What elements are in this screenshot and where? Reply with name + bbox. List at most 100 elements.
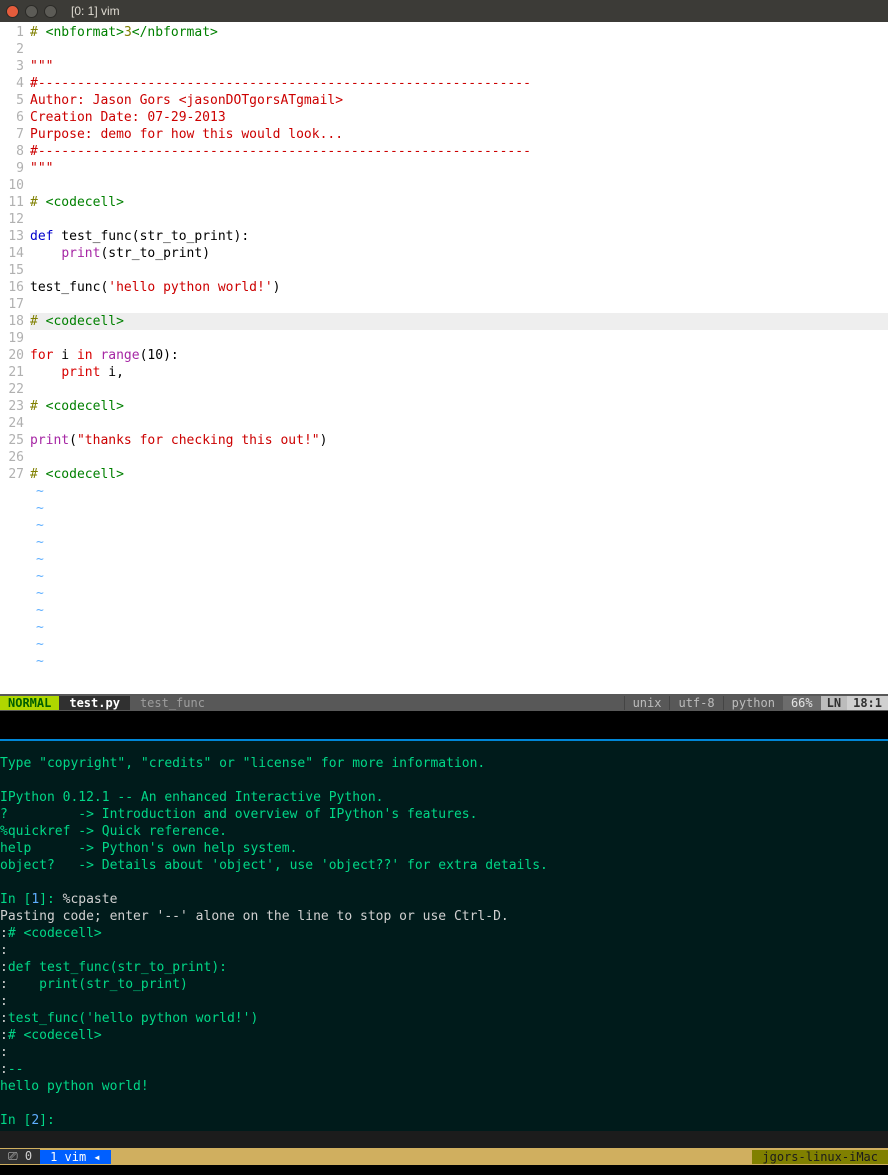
terminal-line: object? -> Details about 'object', use '… [0,857,888,874]
terminal-line: : [0,942,888,959]
filename-indicator: test.py [59,696,130,710]
line-number: 19 [0,330,24,347]
line-number: 8 [0,143,24,160]
terminal-line: Pasting code; enter '--' alone on the li… [0,908,888,925]
ipython-terminal-pane[interactable]: Type "copyright", "credits" or "license"… [0,741,888,1131]
code-line[interactable] [30,41,888,58]
line-number: 10 [0,177,24,194]
line-number: 2 [0,41,24,58]
line-number: 15 [0,262,24,279]
empty-line-tilde: ~ [30,500,888,517]
terminal-line: :# <codecell> [0,1027,888,1044]
terminal-line: :test_func('hello python world!') [0,1010,888,1027]
line-number: 9 [0,160,24,177]
code-line[interactable]: for i in range(10): [30,347,888,364]
code-line[interactable]: Purpose: demo for how this would look... [30,126,888,143]
empty-line-tilde: ~ [30,568,888,585]
line-number: 13 [0,228,24,245]
pane-gap [0,711,888,739]
empty-line-tilde: ~ [30,636,888,653]
empty-line-tilde: ~ [30,602,888,619]
tmux-statusbar: ⎚ 0 1 vim ◂ jgors-linux-iMac [0,1148,888,1165]
tmux-session-indicator: ⎚ 0 [0,1149,40,1164]
maximize-icon[interactable] [44,5,57,18]
code-area[interactable]: # <nbformat>3</nbformat>"""#------------… [30,22,888,694]
line-number: 22 [0,381,24,398]
code-line[interactable] [30,177,888,194]
terminal-line: :-- [0,1061,888,1078]
close-icon[interactable] [6,5,19,18]
empty-line-tilde: ~ [30,653,888,670]
cursor-position: 18:1 [847,696,888,710]
line-number: 6 [0,109,24,126]
empty-line-tilde: ~ [30,619,888,636]
tmux-hostname: jgors-linux-iMac [752,1150,888,1164]
tmux-window-tab[interactable]: 1 vim ◂ [40,1150,111,1164]
line-number: 17 [0,296,24,313]
line-number: 3 [0,58,24,75]
code-line[interactable]: test_func('hello python world!') [30,279,888,296]
code-line[interactable]: # <nbformat>3</nbformat> [30,24,888,41]
percent-indicator: 66% [783,696,821,710]
empty-line-tilde: ~ [30,551,888,568]
vim-editor-pane[interactable]: 1234567891011121314151617181920212223242… [0,22,888,694]
line-number: 18 [0,313,24,330]
code-line[interactable]: # <codecell> [30,194,888,211]
line-number: 16 [0,279,24,296]
code-line[interactable]: print i, [30,364,888,381]
terminal-line [0,874,888,891]
terminal-line: : [0,1044,888,1061]
line-number: 14 [0,245,24,262]
code-line[interactable]: """ [30,58,888,75]
code-line[interactable]: #---------------------------------------… [30,75,888,92]
code-line[interactable] [30,296,888,313]
line-number: 23 [0,398,24,415]
code-line[interactable]: Creation Date: 07-29-2013 [30,109,888,126]
terminal-line: help -> Python's own help system. [0,840,888,857]
code-line[interactable]: #---------------------------------------… [30,143,888,160]
code-line[interactable]: def test_func(str_to_print): [30,228,888,245]
line-number: 5 [0,92,24,109]
code-line[interactable]: # <codecell> [30,466,888,483]
empty-line-tilde: ~ [30,517,888,534]
code-line[interactable]: print("thanks for checking this out!") [30,432,888,449]
line-label: LN [821,696,847,710]
line-number-gutter: 1234567891011121314151617181920212223242… [0,22,30,694]
terminal-line: Type "copyright", "credits" or "license"… [0,755,888,772]
function-context: test_func [130,696,215,710]
terminal-line: hello python world! [0,1078,888,1095]
code-line[interactable] [30,449,888,466]
window-titlebar: [0: 1] vim [0,0,888,22]
empty-line-tilde: ~ [30,534,888,551]
terminal-line: : print(str_to_print) [0,976,888,993]
line-number: 7 [0,126,24,143]
terminal-line [0,1095,888,1112]
terminal-line: IPython 0.12.1 -- An enhanced Interactiv… [0,789,888,806]
code-line[interactable] [30,262,888,279]
line-number: 27 [0,466,24,483]
line-number: 20 [0,347,24,364]
line-number: 26 [0,449,24,466]
terminal-line: %quickref -> Quick reference. [0,823,888,840]
window-title: [0: 1] vim [71,4,120,18]
terminal-line: In [2]: [0,1112,888,1129]
line-number: 1 [0,24,24,41]
code-line[interactable]: # <codecell> [30,313,888,330]
minimize-icon[interactable] [25,5,38,18]
mode-indicator: NORMAL [0,696,59,710]
line-number: 25 [0,432,24,449]
vim-statusline: NORMAL test.py test_func unix utf-8 pyth… [0,694,888,711]
code-line[interactable]: print(str_to_print) [30,245,888,262]
code-line[interactable] [30,211,888,228]
code-line[interactable]: """ [30,160,888,177]
terminal-line: : [0,993,888,1010]
terminal-line: ? -> Introduction and overview of IPytho… [0,806,888,823]
code-line[interactable]: # <codecell> [30,398,888,415]
line-number: 12 [0,211,24,228]
code-line[interactable] [30,415,888,432]
empty-line-tilde: ~ [30,585,888,602]
code-line[interactable]: Author: Jason Gors <jasonDOTgorsATgmail> [30,92,888,109]
code-line[interactable] [30,330,888,347]
line-number: 11 [0,194,24,211]
code-line[interactable] [30,381,888,398]
